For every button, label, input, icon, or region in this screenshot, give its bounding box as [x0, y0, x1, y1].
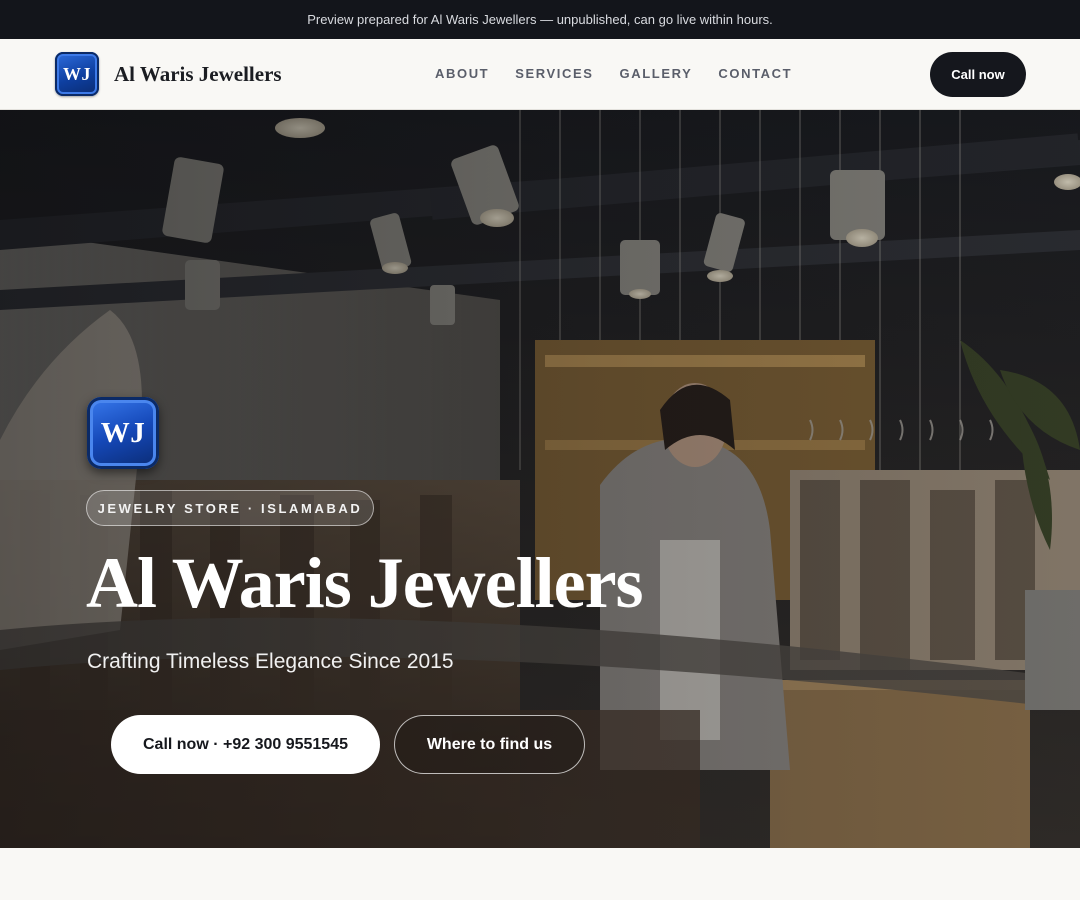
logo-initials: WJ — [63, 63, 91, 84]
nav-link-gallery[interactable]: GALLERY — [620, 66, 693, 81]
hero-section: WJ JEWELRY STORE · ISLAMABAD Al Waris Je… — [0, 110, 1080, 848]
preview-banner-text: Preview prepared for Al Waris Jewellers … — [307, 12, 773, 27]
brand-name[interactable]: Al Waris Jewellers — [114, 62, 282, 87]
hero-subtitle: Crafting Timeless Elegance Since 2015 — [87, 650, 454, 673]
site-header: WJ Al Waris Jewellers ABOUT SERVICES GAL… — [0, 39, 1080, 110]
logo-badge[interactable]: WJ — [55, 52, 99, 96]
hero-title: Al Waris Jewellers — [86, 543, 644, 623]
nav-link-about[interactable]: ABOUT — [435, 66, 489, 81]
hero-eyebrow-pill: JEWELRY STORE · ISLAMABAD — [86, 490, 374, 526]
preview-banner: Preview prepared for Al Waris Jewellers … — [0, 0, 1080, 39]
call-phone-button[interactable]: Call now · +92 300 9551545 — [111, 715, 380, 774]
nav-link-contact[interactable]: CONTACT — [718, 66, 792, 81]
hero-logo-badge: WJ — [87, 397, 159, 469]
main-nav: ABOUT SERVICES GALLERY CONTACT — [435, 66, 818, 81]
nav-link-services[interactable]: SERVICES — [515, 66, 593, 81]
call-now-button[interactable]: Call now — [930, 52, 1026, 97]
find-us-button[interactable]: Where to find us — [394, 715, 585, 774]
hero-logo-initials: WJ — [100, 416, 146, 449]
